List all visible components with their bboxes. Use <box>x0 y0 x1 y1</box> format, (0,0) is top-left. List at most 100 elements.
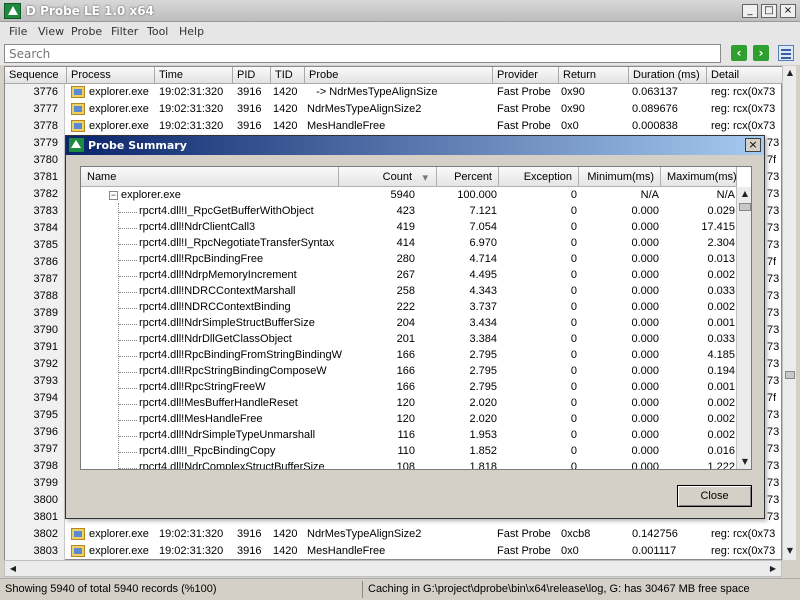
table-row[interactable]: 3777 explorer.exe 19:02:31:320 3916 1420 NdrM… <box>5 101 783 118</box>
row-count: 258 <box>396 285 415 297</box>
summary-scroll-down-icon[interactable]: ▼ <box>739 455 751 469</box>
tree-row[interactable]: rpcrt4.dll!I_RpcNegotiateTransferSyntax 4… <box>81 236 737 252</box>
summary-header-maximum[interactable]: Maximum(ms) <box>661 167 737 187</box>
row-count: 280 <box>396 253 415 265</box>
row-tid: 1420 <box>273 545 298 557</box>
scroll-up-icon[interactable]: ▲ <box>784 66 796 80</box>
col-header-provider[interactable]: Provider <box>493 67 559 84</box>
tree-row[interactable]: rpcrt4.dll!NdrComplexStructBufferSize 108… <box>81 460 737 470</box>
forward-arrow-icon[interactable]: › <box>753 45 769 61</box>
col-header-duration[interactable]: Duration (ms) <box>629 67 707 84</box>
tree-row[interactable]: rpcrt4.dll!MesHandleFree 120 2.020 0 0.000 0.… <box>81 412 737 428</box>
summary-tree-table[interactable]: Name Count ▾ Percent Exception Minimum(ms… <box>80 166 752 470</box>
row-duration: 0.089676 <box>632 103 678 115</box>
row-percent: 100.000 <box>457 189 497 201</box>
row-detail: 73 <box>767 511 780 523</box>
col-header-detail[interactable]: Detail <box>707 67 783 84</box>
row-sequence: 3781 <box>5 169 65 186</box>
scroll-thumb[interactable] <box>785 371 795 379</box>
menu-help[interactable]: Help <box>179 25 204 38</box>
col-header-return[interactable]: Return <box>559 67 629 84</box>
tree-row[interactable]: rpcrt4.dll!NDRCContextBinding 222 3.737 0 0.… <box>81 300 737 316</box>
scroll-left-icon[interactable]: ◀ <box>7 562 19 576</box>
tree-row[interactable]: rpcrt4.dll!NdrDllGetClassObject 201 3.384 0… <box>81 332 737 348</box>
row-exception: 0 <box>570 301 577 313</box>
summary-header-count[interactable]: Count ▾ <box>339 167 437 187</box>
summary-header-exception[interactable]: Exception <box>499 167 579 187</box>
menu-view[interactable]: View <box>38 25 64 38</box>
row-count: 267 <box>396 269 415 281</box>
tree-row[interactable]: rpcrt4.dll!NdrpMemoryIncrement 267 4.495 0 0… <box>81 268 737 284</box>
row-minimum: 0.000 <box>631 285 659 297</box>
scroll-down-icon[interactable]: ▼ <box>784 544 796 558</box>
tree-row[interactable]: rpcrt4.dll!RpcStringFreeW 166 2.795 0 0.000 0… <box>81 380 737 396</box>
tree-row[interactable]: rpcrt4.dll!RpcStringBindingComposeW 166 2.… <box>81 364 737 380</box>
menu-filter[interactable]: Filter <box>111 25 138 38</box>
tree-row[interactable]: rpcrt4.dll!NDRCContextMarshall 258 4.343 0 0… <box>81 284 737 300</box>
menu-probe[interactable]: Probe <box>71 25 102 38</box>
row-sequence: 3790 <box>5 322 65 339</box>
summary-header-percent[interactable]: Percent <box>437 167 499 187</box>
col-header-sequence[interactable]: Sequence <box>5 67 67 84</box>
maximize-button[interactable]: □ <box>761 4 777 18</box>
row-time: 19:02:31:320 <box>159 120 224 132</box>
table-row[interactable]: 3802 explorer.exe 19:02:31:320 3916 1420 NdrM… <box>5 526 783 543</box>
row-exception: 0 <box>570 317 577 329</box>
tree-branch-line <box>119 292 137 293</box>
row-maximum: 0.001 <box>707 317 735 329</box>
tree-row[interactable]: rpcrt4.dll!NdrSimpleTypeUnmarshall 116 1.9… <box>81 428 737 444</box>
row-sequence: 3794 <box>5 390 65 407</box>
summary-header-minimum[interactable]: Minimum(ms) <box>579 167 661 187</box>
search-input[interactable] <box>4 44 721 63</box>
close-button[interactable]: Close <box>677 485 752 507</box>
menu-tool[interactable]: Tool <box>147 25 168 38</box>
tree-row[interactable]: rpcrt4.dll!NdrSimpleStructBufferSize 204 3… <box>81 316 737 332</box>
summary-vertical-scrollbar[interactable]: ▲ ▼ <box>736 187 751 469</box>
scroll-right-icon[interactable]: ▶ <box>767 562 779 576</box>
row-detail: 73 <box>767 188 780 200</box>
row-ret: 0x90 <box>561 86 585 98</box>
list-view-icon[interactable] <box>778 45 794 61</box>
row-sequence: 3780 <box>5 152 65 169</box>
summary-header-name[interactable]: Name <box>81 167 339 187</box>
summary-scroll-thumb[interactable] <box>739 203 751 211</box>
col-header-process[interactable]: Process <box>67 67 155 84</box>
table-row[interactable]: 3776 explorer.exe 19:02:31:320 3916 1420 -> … <box>5 84 783 101</box>
row-detail: 73 <box>767 358 780 370</box>
row-percent: 7.054 <box>469 221 497 233</box>
row-maximum: 0.002 <box>707 429 735 441</box>
tree-row[interactable]: rpcrt4.dll!MesBufferHandleReset 120 2.020 0… <box>81 396 737 412</box>
col-header-pid[interactable]: PID <box>233 67 271 84</box>
row-minimum: 0.000 <box>631 429 659 441</box>
collapse-icon[interactable]: − <box>109 191 118 200</box>
tree-row[interactable]: rpcrt4.dll!I_RpcBindingCopy 110 1.852 0 0.00… <box>81 444 737 460</box>
col-header-time[interactable]: Time <box>155 67 233 84</box>
row-exception: 0 <box>570 189 577 201</box>
row-percent: 2.795 <box>469 349 497 361</box>
close-window-button[interactable]: × <box>780 4 796 18</box>
table-row[interactable]: 3778 explorer.exe 19:02:31:320 3916 1420 MesH… <box>5 118 783 135</box>
row-count: 108 <box>396 461 415 470</box>
horizontal-scrollbar[interactable]: ◀ ▶ <box>4 560 782 577</box>
table-row[interactable]: 3803 explorer.exe 19:02:31:320 3916 1420 MesH… <box>5 543 783 560</box>
row-tid: 1420 <box>273 120 298 132</box>
summary-scroll-up-icon[interactable]: ▲ <box>739 187 751 201</box>
row-maximum: 2.304 <box>707 237 735 249</box>
vertical-scrollbar[interactable]: ▲ ▼ <box>782 66 796 560</box>
tree-row[interactable]: rpcrt4.dll!NdrClientCall3 419 7.054 0 0.000 1… <box>81 220 737 236</box>
tree-row[interactable]: rpcrt4.dll!RpcBindingFree 280 4.714 0 0.000 0… <box>81 252 737 268</box>
menu-bar: File View Probe Filter Tool Help <box>0 22 800 41</box>
tree-row[interactable]: rpcrt4.dll!RpcBindingFromStringBindingW 1… <box>81 348 737 364</box>
row-duration: 0.001117 <box>632 545 677 557</box>
row-sequence: 3782 <box>5 186 65 203</box>
row-duration: 0.000838 <box>632 120 678 132</box>
minimize-button[interactable]: _ <box>742 4 758 18</box>
back-arrow-icon[interactable]: ‹ <box>731 45 747 61</box>
tree-root-row[interactable]: − explorer.exe 5940 100.000 0 N/A N/A <box>81 188 737 204</box>
col-header-tid[interactable]: TID <box>271 67 305 84</box>
row-sequence: 3788 <box>5 288 65 305</box>
col-header-probe[interactable]: Probe <box>305 67 493 84</box>
dialog-close-icon[interactable]: × <box>745 138 761 152</box>
tree-row[interactable]: rpcrt4.dll!I_RpcGetBufferWithObject 423 7.… <box>81 204 737 220</box>
menu-file[interactable]: File <box>9 25 27 38</box>
